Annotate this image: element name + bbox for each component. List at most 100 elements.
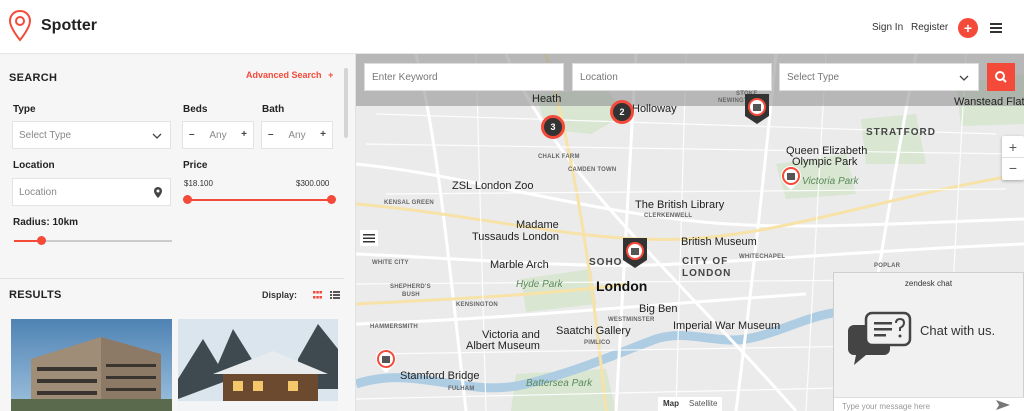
map-label: Big Ben — [639, 303, 678, 315]
radius-label: Radius: 10km — [13, 217, 79, 228]
map-location-input[interactable]: Location — [572, 63, 772, 91]
chat-message: Chat with us. — [920, 323, 996, 338]
location-pin-logo-icon[interactable] — [9, 10, 31, 42]
type-select-value: Select Type — [19, 130, 72, 141]
property-marker-icon[interactable] — [621, 236, 649, 270]
map-view-button[interactable]: Map — [658, 397, 684, 410]
map-marker-icon — [154, 187, 162, 198]
map-type-select[interactable]: Select Type — [779, 63, 979, 91]
beds-stepper[interactable]: Any – + — [182, 121, 254, 149]
map-label: Holloway — [632, 103, 677, 115]
map-label: WHITECHAPEL — [739, 254, 786, 260]
map-label: SHEPHERD'S — [390, 284, 431, 290]
sign-in-link[interactable]: Sign In — [872, 22, 903, 33]
search-icon — [995, 71, 1007, 83]
bath-label: Bath — [262, 104, 285, 115]
map-label: Imperial War Museum — [673, 320, 781, 332]
hamburger-menu-icon[interactable] — [990, 23, 1002, 33]
map-label: Marble Arch — [490, 259, 549, 271]
list-view-icon[interactable] — [330, 291, 340, 299]
map-label: The British Library — [635, 199, 725, 211]
type-select[interactable]: Select Type — [12, 121, 171, 149]
map-label: Stamford Bridge — [400, 370, 480, 382]
map-label: Wanstead Flats — [954, 96, 1024, 108]
add-listing-button[interactable]: + — [958, 18, 978, 38]
map-location-placeholder: Location — [580, 72, 618, 83]
chalet-image — [178, 319, 338, 411]
map-label: KENSINGTON — [456, 302, 498, 308]
map-type-toggle: Map Satellite — [658, 397, 723, 411]
map-label: CHALK FARM — [538, 154, 580, 160]
price-min-value: $18.100 — [184, 179, 213, 188]
send-icon[interactable] — [996, 400, 1010, 410]
map-label: Hyde Park — [516, 279, 563, 290]
map-cluster-marker[interactable]: 2 — [610, 100, 634, 124]
map-label: Saatchi Gallery — [556, 325, 631, 337]
brand-name[interactable]: Spotter — [41, 17, 97, 35]
map-cluster-marker[interactable]: 3 — [541, 115, 565, 139]
type-label: Type — [13, 104, 36, 115]
map-label: SOHO — [589, 257, 623, 268]
location-input-placeholder: Location — [19, 187, 57, 198]
map-label: Victoria Park — [802, 176, 859, 187]
satellite-view-button[interactable]: Satellite — [684, 397, 722, 410]
location-label: Location — [13, 160, 55, 171]
sidebar-scrollbar[interactable] — [344, 68, 348, 138]
price-label: Price — [183, 160, 208, 171]
result-card-image[interactable] — [11, 319, 172, 411]
zoom-in-button[interactable]: + — [1002, 136, 1024, 158]
beds-label: Beds — [183, 104, 208, 115]
advanced-search-label: Advanced Search — [246, 70, 322, 80]
map-label: BUSH — [402, 292, 420, 298]
location-input[interactable]: Location — [12, 178, 171, 206]
zoom-out-button[interactable]: − — [1002, 158, 1024, 180]
keyword-placeholder: Enter Keyword — [372, 72, 438, 83]
map-label: Heath — [532, 93, 562, 105]
property-marker-icon[interactable] — [743, 92, 771, 126]
display-label: Display: — [262, 290, 298, 300]
search-sidebar: SEARCH Advanced Search + Type Select Typ… — [0, 54, 356, 411]
beds-plus-button[interactable]: + — [241, 129, 247, 140]
price-range-track — [187, 199, 331, 201]
zendesk-chat-widget[interactable]: zendesk chat Chat with us. Type your mes… — [833, 272, 1024, 411]
chevron-down-icon — [959, 75, 969, 81]
map-label: PIMLICO — [584, 340, 611, 346]
result-card-image[interactable] — [178, 319, 338, 411]
search-title: SEARCH — [9, 72, 58, 84]
map-label: STRATFORD — [866, 127, 936, 138]
map-label: KENSAL GREEN — [384, 200, 434, 206]
map-label: WHITE CITY — [372, 260, 409, 266]
price-max-value: $300.000 — [296, 179, 330, 188]
plus-icon: + — [328, 70, 334, 80]
price-min-handle[interactable] — [183, 195, 192, 204]
map-type-value: Select Type — [787, 72, 840, 83]
map-label: Tussauds London — [472, 231, 560, 243]
map-label: POPLAR — [874, 263, 901, 269]
chat-title: zendesk chat — [904, 279, 953, 288]
zoom-control: + − — [1002, 136, 1024, 180]
keyword-input[interactable]: Enter Keyword — [364, 63, 564, 91]
map-label: FULHAM — [448, 386, 475, 392]
map-label: HAMMERSMITH — [370, 324, 418, 330]
beds-minus-button[interactable]: – — [189, 129, 195, 140]
map-search-button[interactable] — [987, 63, 1015, 91]
map-label: WESTMINSTER — [608, 317, 655, 323]
grid-view-icon[interactable] — [313, 291, 322, 299]
map-label: Albert Museum — [466, 340, 540, 352]
map-label: CAMDEN TOWN — [568, 167, 617, 173]
price-max-handle[interactable] — [327, 195, 336, 204]
advanced-search-link[interactable]: Advanced Search + — [246, 70, 333, 80]
bath-plus-button[interactable]: + — [320, 129, 326, 140]
map-label: London — [596, 278, 648, 294]
top-header: Spotter Sign In Register + — [0, 0, 1024, 54]
property-marker-icon[interactable] — [779, 164, 803, 192]
map-label: ZSL London Zoo — [452, 180, 534, 192]
bath-minus-button[interactable]: – — [268, 129, 274, 140]
map-menu-icon[interactable] — [360, 230, 378, 246]
radius-handle[interactable] — [37, 236, 46, 245]
bath-stepper[interactable]: Any – + — [261, 121, 333, 149]
map-label: British Museum — [681, 236, 757, 248]
map-label: CLERKENWELL — [644, 213, 693, 219]
property-marker-icon[interactable] — [374, 347, 398, 375]
register-link[interactable]: Register — [911, 22, 948, 33]
